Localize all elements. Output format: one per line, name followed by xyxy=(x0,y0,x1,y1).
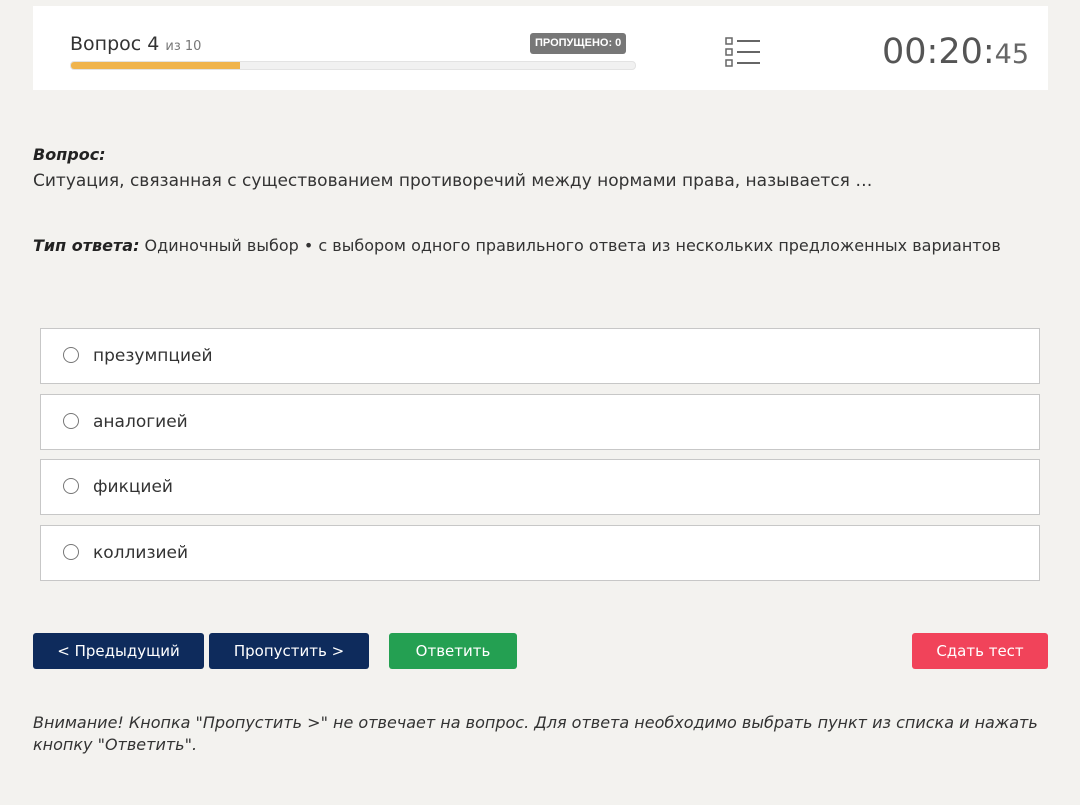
answer-type-value: Одиночный выбор • с выбором одного прави… xyxy=(139,236,1001,255)
answer-button[interactable]: Ответить xyxy=(389,633,517,669)
option-item[interactable]: аналогией xyxy=(40,393,1040,450)
question-word: Вопрос xyxy=(70,33,142,55)
options-list: презумпцией аналогией фикцией коллизией xyxy=(40,328,1040,590)
radio-button[interactable] xyxy=(63,543,79,560)
answer-type: Тип ответа: Одиночный выбор • с выбором … xyxy=(33,236,1001,255)
radio-button[interactable] xyxy=(63,478,79,494)
option-item[interactable]: коллизией xyxy=(40,524,1040,581)
question-total: из 10 xyxy=(165,39,202,54)
question-counter: Вопрос 4 из 10 xyxy=(70,33,201,55)
option-label: аналогией xyxy=(93,411,188,432)
finish-test-button[interactable]: Сдать тест xyxy=(912,633,1048,669)
option-item[interactable]: презумпцией xyxy=(40,328,1040,384)
progress-fill xyxy=(71,62,241,69)
question-list-icon[interactable] xyxy=(725,36,761,68)
radio-button[interactable] xyxy=(63,412,79,429)
answer-type-label: Тип ответа: xyxy=(33,236,140,255)
timer-seconds: 45 xyxy=(994,39,1029,70)
skipped-badge: ПРОПУЩЕНО: 0 xyxy=(530,33,627,54)
question-label: Вопрос: xyxy=(33,145,106,164)
option-item[interactable]: фикцией xyxy=(40,459,1040,515)
skip-button[interactable]: Пропустить > xyxy=(209,633,369,669)
radio-button[interactable] xyxy=(63,347,79,363)
timer-main: 00:20: xyxy=(881,32,995,72)
notice-text: Внимание! Кнопка "Пропустить >" не отвеч… xyxy=(33,713,1038,754)
timer: 00:20:45 xyxy=(882,32,1029,72)
top-bar: Вопрос 4 из 10 ПРОПУЩЕНО: 0 00:20:45 xyxy=(33,6,1048,90)
option-label: презумпцией xyxy=(93,346,213,366)
option-label: коллизией xyxy=(93,542,189,563)
question-number: 4 xyxy=(147,33,160,55)
previous-button[interactable]: < Предыдущий xyxy=(33,633,204,669)
option-label: фикцией xyxy=(93,477,173,497)
progress-bar xyxy=(70,61,636,70)
question-text: Ситуация, связанная с существованием про… xyxy=(33,171,873,191)
